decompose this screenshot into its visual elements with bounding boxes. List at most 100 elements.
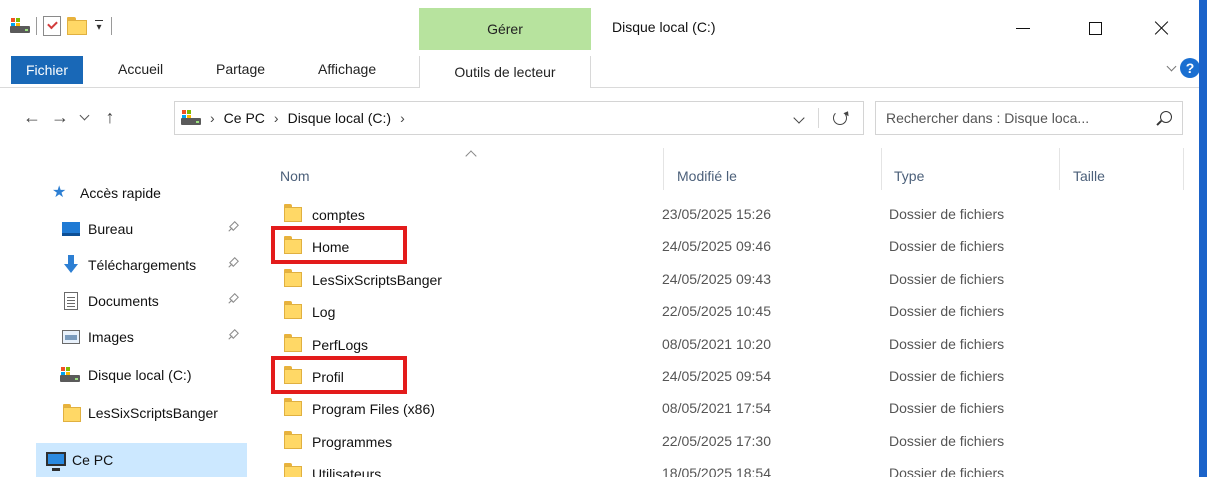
customize-toolbar-icon[interactable]: ▾ [93, 20, 105, 33]
column-header-label: Type [894, 168, 925, 184]
drive-icon [181, 109, 201, 127]
file-type: Dossier de fichiers [889, 270, 1005, 287]
table-row[interactable]: comptes 23/05/2025 15:26 Dossier de fichie… [268, 198, 1207, 230]
table-row[interactable]: Log 22/05/2025 10:45 Dossier de fichiers [268, 295, 1207, 327]
nav-item-telechargements[interactable]: Téléchargements [0, 248, 255, 282]
forward-button[interactable]: → [48, 104, 72, 130]
column-header-modified[interactable]: Modifié le [677, 154, 877, 198]
sort-ascending-icon [465, 150, 477, 162]
highlight-annotation [271, 356, 407, 394]
nav-item-lessixscriptsbanger[interactable]: LesSixScriptsBanger [0, 396, 255, 430]
address-divider [818, 108, 819, 128]
table-row[interactable]: Utilisateurs 18/05/2025 18:54 Dossier de f… [268, 457, 1207, 477]
back-button[interactable]: ← [20, 104, 44, 130]
modified-date: 24/05/2025 09:54 [662, 368, 771, 384]
help-icon[interactable]: ? [1180, 58, 1200, 78]
table-row[interactable]: Programmes 22/05/2025 17:30 Dossier de fic… [268, 425, 1207, 457]
search-box[interactable] [875, 101, 1183, 135]
nav-item-local-disk[interactable]: Disque local (C:) [0, 358, 255, 392]
nav-item-this-pc[interactable]: Ce PC [36, 443, 247, 477]
column-divider[interactable] [1059, 148, 1060, 190]
breadcrumb-separator-icon[interactable]: › [210, 110, 215, 126]
pin-icon [228, 222, 238, 232]
window-title: Disque local (C:) [612, 19, 716, 35]
tab-file[interactable]: Fichier [11, 56, 83, 84]
nav-item-label: LesSixScriptsBanger [88, 405, 218, 421]
modified-date: 22/05/2025 17:30 [662, 432, 771, 449]
search-icon[interactable] [1160, 111, 1172, 123]
properties-icon[interactable] [43, 16, 61, 36]
file-name: Utilisateurs [312, 466, 382, 477]
column-divider[interactable] [663, 148, 664, 190]
up-button[interactable]: ↑ [98, 104, 122, 130]
nav-item-label: Ce PC [72, 452, 114, 468]
column-divider[interactable] [1183, 148, 1184, 190]
tab-drive-tools[interactable]: Outils de lecteur [419, 56, 591, 88]
expand-ribbon-icon[interactable] [1167, 63, 1177, 73]
close-button[interactable] [1142, 13, 1182, 43]
maximize-button[interactable] [1075, 13, 1115, 43]
nav-item-label: Accès rapide [80, 185, 161, 201]
breadcrumb-local-disk[interactable]: Disque local (C:) [288, 110, 391, 126]
search-input[interactable] [886, 110, 1148, 126]
drive-icon[interactable] [10, 17, 30, 35]
title-bar: ▾ Gérer Disque local (C:) [0, 0, 1207, 50]
tab-view[interactable]: Affichage [318, 56, 376, 82]
modified-date: 18/05/2025 18:54 [662, 465, 771, 477]
desktop-icon [60, 219, 82, 239]
folder-icon [284, 463, 302, 477]
arrow-left-icon: ← [23, 106, 41, 127]
column-header-label: Modifié le [677, 168, 737, 184]
minimize-button[interactable] [1003, 13, 1043, 43]
file-type: Dossier de fichiers [889, 465, 1005, 477]
file-type: Dossier de fichiers [889, 400, 1005, 417]
close-icon [1155, 21, 1169, 35]
table-row[interactable]: PerfLogs 08/05/2021 10:20 Dossier de fichi… [268, 328, 1207, 360]
folder-icon [284, 301, 302, 320]
highlight-annotation [271, 226, 407, 265]
table-row[interactable]: Home 24/05/2025 09:46 Dossier de fichiers [268, 226, 1207, 265]
folder-icon [284, 333, 302, 352]
table-row[interactable]: Program Files (x86) 08/05/2021 17:54 Dossi… [268, 392, 1207, 424]
nav-item-documents[interactable]: Documents [0, 284, 255, 318]
window-edge [1199, 0, 1207, 477]
breadcrumb-this-pc[interactable]: Ce PC [224, 110, 265, 126]
column-divider[interactable] [881, 148, 882, 190]
file-type: Dossier de fichiers [889, 206, 1005, 222]
new-folder-icon[interactable] [67, 17, 87, 35]
pin-icon [228, 258, 238, 268]
nav-item-images[interactable]: Images [0, 320, 255, 354]
tab-home[interactable]: Accueil [118, 56, 163, 82]
computer-icon [44, 450, 66, 471]
file-type: Dossier de fichiers [889, 432, 1005, 449]
folder-icon [60, 403, 82, 423]
column-header-size[interactable]: Taille [1073, 154, 1173, 198]
document-icon [60, 291, 82, 311]
refresh-icon[interactable] [833, 111, 847, 125]
nav-quick-access[interactable]: ★ Accès rapide [0, 176, 255, 210]
file-name: Log [312, 304, 336, 321]
column-header-label: Nom [280, 168, 310, 184]
breadcrumb-separator-icon[interactable]: › [400, 110, 405, 126]
folder-icon [284, 430, 302, 449]
navigation-pane: ★ Accès rapide Bureau Téléchargements Do… [0, 148, 255, 477]
address-dropdown-icon[interactable] [793, 112, 805, 124]
breadcrumb-separator-icon[interactable]: › [274, 110, 279, 126]
nav-item-label: Images [88, 329, 134, 345]
column-header-type[interactable]: Type [894, 154, 1064, 198]
table-row[interactable]: LesSixScriptsBanger 24/05/2025 09:43 Dossi… [268, 263, 1207, 295]
quick-access-toolbar: ▾ [10, 14, 112, 38]
minimize-icon [1016, 27, 1030, 29]
image-icon [60, 327, 82, 347]
address-bar[interactable]: › Ce PC › Disque local (C:) › [174, 101, 864, 135]
nav-item-label: Documents [88, 293, 159, 309]
arrow-right-icon: → [51, 106, 69, 127]
nav-item-bureau[interactable]: Bureau [0, 212, 255, 246]
toolbar-divider [111, 17, 112, 35]
folder-icon [284, 398, 302, 417]
table-row[interactable]: Profil 24/05/2025 09:54 Dossier de fichier… [268, 356, 1207, 394]
tab-share[interactable]: Partage [216, 56, 265, 82]
recent-locations-button[interactable] [76, 104, 92, 130]
column-header-name[interactable]: Nom [280, 150, 660, 198]
file-type: Dossier de fichiers [889, 238, 1005, 255]
